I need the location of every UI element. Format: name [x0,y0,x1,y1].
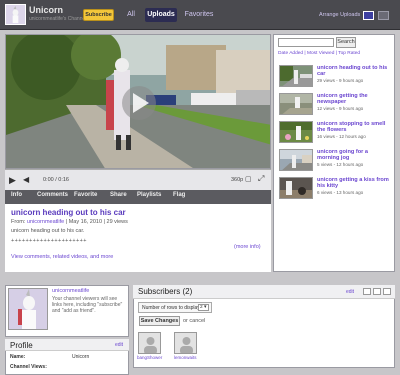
video-item-title[interactable]: unicorn going for a morning jog [317,149,391,161]
video-list-item[interactable]: unicorn getting a kiss from his kitty 6 … [279,177,391,203]
subscriber-avatar[interactable] [174,332,197,354]
subscriber-name[interactable]: bangShower [137,355,162,360]
fullscreen-icon[interactable]: ⤢ [258,174,264,184]
video-list-item[interactable]: unicorn getting the newspaper 12 views -… [279,93,391,119]
tab-share[interactable]: Share [110,192,127,198]
rows-select-value: 2 [200,305,203,310]
channel-viewers-note: Your channel viewers will see links here… [52,296,123,314]
quality-button[interactable]: 360p [231,177,243,183]
profile-image[interactable] [8,288,48,330]
subscriber-avatar[interactable] [138,332,161,354]
minimize-icon[interactable] [373,288,381,295]
subscribers-edit-link[interactable]: edit [346,289,354,295]
video-meta: From: unicornmeatlife | May 16, 2010 | 2… [11,219,128,225]
upload-date-views: | May 16, 2010 | 29 views [65,219,128,225]
video-item-meta: 12 views - 9 hours ago [317,106,364,111]
subscriber-name[interactable]: lemonwaits [174,355,197,360]
play-icon[interactable]: ▶ [9,175,16,186]
profile-row-label: Channel Views: [10,364,47,370]
video-item-meta: 16 views - 12 hours ago [317,134,366,139]
video-item-title[interactable]: unicorn getting the newspaper [317,93,391,105]
save-changes-button[interactable]: Save Changes [139,316,180,326]
rows-select[interactable]: 2 ▾ [198,304,209,311]
channel-avatar[interactable] [5,4,26,25]
video-item-title[interactable]: unicorn stopping to smell the flowers [317,121,391,133]
video-thumbnail[interactable] [279,149,313,171]
video-description: unicorn heading out to his car. [11,228,85,234]
video-frame [6,35,270,168]
video-list-item[interactable]: unicorn heading out to his car 29 views … [279,65,391,91]
tab-favorite[interactable]: Favorite [74,192,97,198]
view-comments-link[interactable]: View comments, related videos, and more [11,254,113,260]
profile-title: Profile [10,341,33,350]
from-label: From: [11,219,26,225]
channel-name: Unicorn [29,5,64,15]
move-icon[interactable] [363,288,371,295]
profile-row-value: Unicorn [72,354,90,360]
cancel-link[interactable]: or cancel [183,318,205,324]
search-input[interactable] [278,38,334,47]
video-item-meta: 29 views - 9 hours ago [317,78,364,83]
volume-icon[interactable]: ◀ [23,175,29,184]
video-title: unicorn heading out to his car [11,208,126,217]
profile-row-label: Name: [10,354,26,360]
tab-comments[interactable]: Comments [37,192,68,198]
video-thumbnail[interactable] [279,93,313,115]
video-thumbnail[interactable] [279,65,313,87]
video-item-title[interactable]: unicorn getting a kiss from his kitty [317,177,391,189]
profile-edit-link[interactable]: edit [115,342,123,348]
rows-label: Number of rows to display [142,305,200,311]
sort-links[interactable]: Date Added | Most Viewed | Top Rated [278,51,360,56]
tab-playlists[interactable]: Playlists [137,192,161,198]
tab-info[interactable]: Info [11,192,22,198]
video-item-meta: 6 views - 13 hours ago [317,190,364,195]
video-player[interactable] [5,34,271,169]
tab-all[interactable]: All [122,8,140,22]
description-separator: +++++++++++++++++++++ [11,238,87,244]
tab-favorites[interactable]: Favorites [183,8,215,22]
video-list-item[interactable]: unicorn going for a morning jog 5 views … [279,149,391,175]
grid-view-icon[interactable] [363,11,374,20]
video-thumbnail[interactable] [279,177,313,199]
search-button[interactable]: Search [336,37,356,48]
arrange-uploads-link[interactable]: Arrange Uploads [319,12,360,18]
time-display: 0:00 / 0:16 [43,177,69,183]
video-item-title[interactable]: unicorn heading out to his car [317,65,391,77]
more-info-link[interactable]: (more info) [234,244,261,250]
video-thumbnail[interactable] [279,121,313,143]
uploader-link[interactable]: unicornmeatlife [27,219,64,225]
resize-icon[interactable]: ▢ [245,175,252,183]
tab-uploads[interactable]: Uploads [145,8,177,22]
tab-flag[interactable]: Flag [173,192,185,198]
channel-subtitle: unicornmeatlife's Channel [29,16,87,22]
list-view-icon[interactable] [378,11,389,20]
close-icon[interactable] [383,288,391,295]
player-controls: ▶ ◀ 0:00 / 0:16 360p ▢ ⤢ [5,169,271,190]
subscribe-button[interactable]: Subscribe [83,9,114,21]
profile-username[interactable]: unicornmeatlife [52,288,89,294]
subscribers-title: Subscribers (2) [138,287,193,296]
video-list-item[interactable]: unicorn stopping to smell the flowers 16… [279,121,391,147]
video-item-meta: 5 views - 12 hours ago [317,162,364,167]
